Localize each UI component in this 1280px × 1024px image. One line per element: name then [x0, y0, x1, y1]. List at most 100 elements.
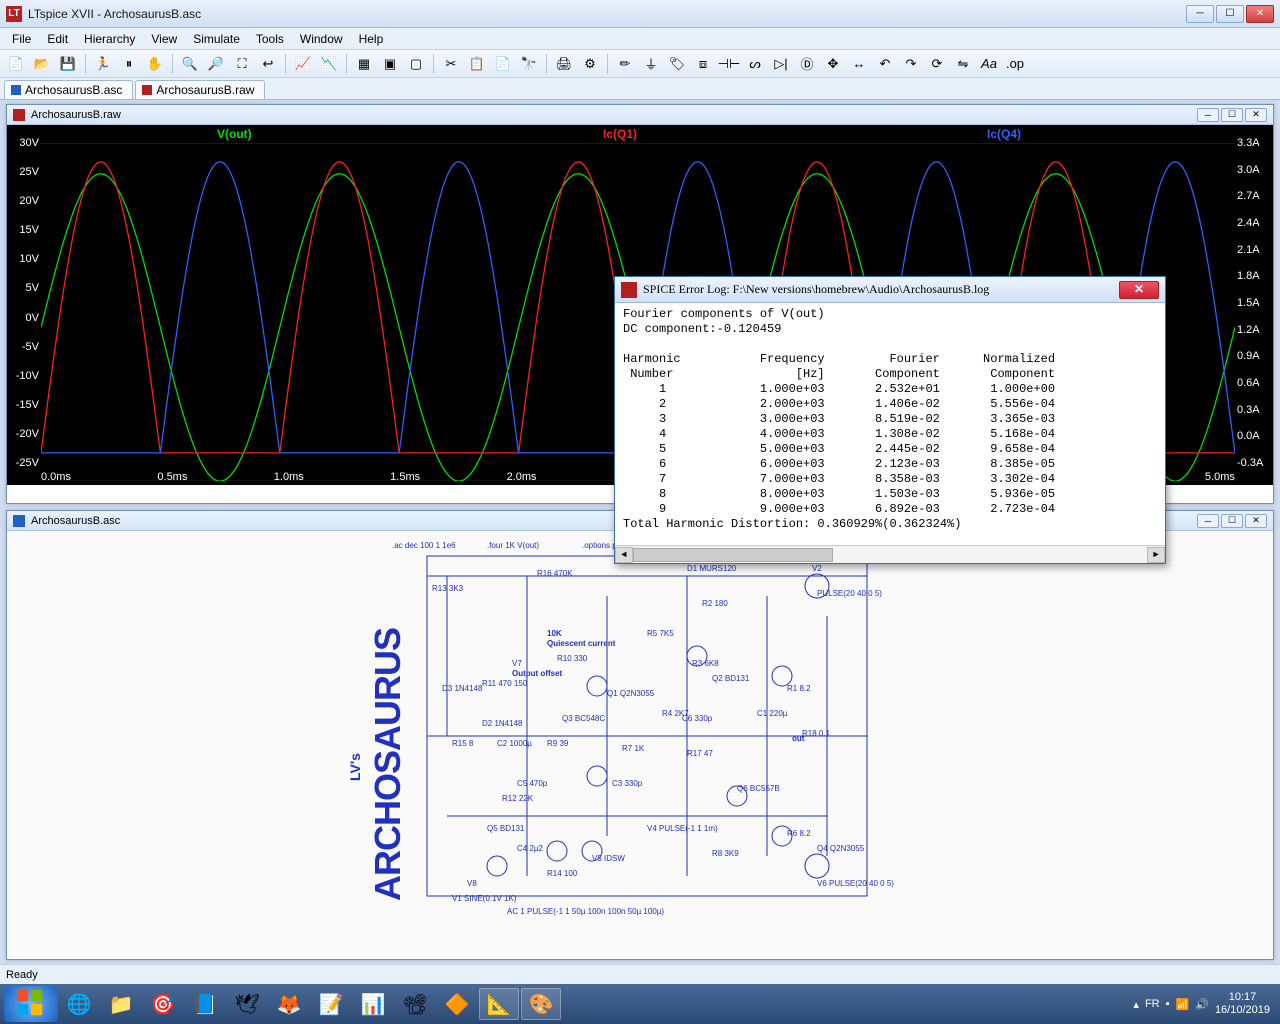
- spice-directive[interactable]: .four 1K V(out): [487, 541, 539, 550]
- schematic-svg[interactable]: R13 3K3R16 470KD1 MURS120R2 180V2PULSE(2…: [387, 536, 907, 916]
- capacitor-icon[interactable]: ⊣⊢: [717, 53, 741, 75]
- component-label[interactable]: R17 47: [687, 749, 713, 758]
- resistor-icon[interactable]: ⧈: [691, 53, 715, 75]
- taskbar-word-icon[interactable]: 📝: [311, 988, 351, 1020]
- component-label[interactable]: R16 470K: [537, 569, 573, 578]
- zoom-in-icon[interactable]: 🔍: [178, 53, 202, 75]
- component-label[interactable]: Q4 Q2N3055: [817, 844, 865, 853]
- child-maximize-button[interactable]: ☐: [1221, 108, 1243, 122]
- start-button[interactable]: [4, 986, 58, 1022]
- copy-icon[interactable]: 📋: [465, 53, 489, 75]
- text-icon[interactable]: Aa: [977, 53, 1001, 75]
- popup-scrollbar[interactable]: ◄ ►: [615, 545, 1165, 563]
- taskbar-paint-icon[interactable]: 🎨: [521, 988, 561, 1020]
- component-label[interactable]: C2 1000µ: [497, 739, 532, 748]
- component-label[interactable]: C1 220µ: [757, 709, 788, 718]
- menu-view[interactable]: View: [143, 30, 185, 48]
- component-label[interactable]: V2: [812, 564, 822, 573]
- plot-window-titlebar[interactable]: ArchosaurusB.raw ─ ☐ ✕: [7, 105, 1273, 125]
- save-icon[interactable]: 💾: [56, 53, 80, 75]
- zoom-out-icon[interactable]: 🔎: [204, 53, 228, 75]
- mirror-icon[interactable]: ⇋: [951, 53, 975, 75]
- taskbar-explorer-icon[interactable]: 📁: [101, 988, 141, 1020]
- component-icon[interactable]: Ⓓ: [795, 53, 819, 75]
- zoom-back-icon[interactable]: ↩: [256, 53, 280, 75]
- menu-file[interactable]: File: [4, 30, 39, 48]
- spice-directive[interactable]: .ac dec 100 1 1e6: [392, 541, 456, 550]
- child-maximize-button[interactable]: ☐: [1221, 514, 1243, 528]
- tray-clock[interactable]: 10:17 16/10/2019: [1215, 991, 1270, 1017]
- close-all-icon[interactable]: ▢: [404, 53, 428, 75]
- component-label[interactable]: R6 8.2: [787, 829, 811, 838]
- component-label[interactable]: R11 470 150: [482, 679, 528, 688]
- component-label[interactable]: C3 330p: [612, 779, 643, 788]
- tile-icon[interactable]: ▦: [352, 53, 376, 75]
- pan-icon[interactable]: ✋: [143, 53, 167, 75]
- component-label[interactable]: C4 2µ2: [517, 844, 544, 853]
- component-label[interactable]: R18 0.1: [802, 729, 831, 738]
- taskbar-excel-icon[interactable]: 📊: [353, 988, 393, 1020]
- run-icon[interactable]: 🏃: [91, 53, 115, 75]
- tray-flag-icon[interactable]: ▪: [1166, 998, 1170, 1010]
- child-minimize-button[interactable]: ─: [1197, 108, 1219, 122]
- taskbar-firefox-icon[interactable]: 🦊: [269, 988, 309, 1020]
- redo-icon[interactable]: ↷: [899, 53, 923, 75]
- taskbar-ltspice-icon[interactable]: 📐: [479, 988, 519, 1020]
- component-label[interactable]: D3 1N4148: [442, 684, 483, 693]
- trace-label-icq4[interactable]: Ic(Q4): [987, 127, 1021, 141]
- find-icon[interactable]: 🔭: [517, 53, 541, 75]
- tab-asc[interactable]: ArchosaurusB.asc: [4, 80, 133, 99]
- tray-volume-icon[interactable]: 🔊: [1195, 998, 1209, 1011]
- scroll-left-icon[interactable]: ◄: [615, 547, 633, 563]
- cut-icon[interactable]: ✂: [439, 53, 463, 75]
- ground-icon[interactable]: ⏚: [639, 53, 663, 75]
- maximize-button[interactable]: ☐: [1216, 5, 1244, 23]
- popup-close-button[interactable]: ✕: [1119, 281, 1159, 299]
- minimize-button[interactable]: ─: [1186, 5, 1214, 23]
- component-label[interactable]: R7 1K: [622, 744, 645, 753]
- component-label[interactable]: R8 3K9: [712, 849, 739, 858]
- component-label[interactable]: V1 SINE(0 1V 1K): [452, 894, 517, 903]
- open-icon[interactable]: 📂: [30, 53, 54, 75]
- component-label[interactable]: R1 8.2: [787, 684, 811, 693]
- scroll-track[interactable]: [633, 547, 1147, 563]
- system-tray[interactable]: ▴ FR ▪ 📶 🔊 10:17 16/10/2019: [1127, 991, 1276, 1017]
- component-label[interactable]: Q3 BC548C: [562, 714, 605, 723]
- trace-label-vout[interactable]: V(out): [217, 127, 252, 141]
- component-label[interactable]: V4 PULSE(-1 1 1m): [647, 824, 718, 833]
- popup-body[interactable]: Fourier components of V(out) DC componen…: [615, 303, 1165, 545]
- schematic-canvas[interactable]: ARCHOSAURUS LV's: [7, 531, 1273, 959]
- menu-window[interactable]: Window: [292, 30, 351, 48]
- diode-icon[interactable]: ▷|: [769, 53, 793, 75]
- menu-hierarchy[interactable]: Hierarchy: [76, 30, 143, 48]
- component-label[interactable]: R2 180: [702, 599, 728, 608]
- taskbar-chrome-icon[interactable]: 🎯: [143, 988, 183, 1020]
- tab-raw[interactable]: ArchosaurusB.raw: [135, 80, 265, 99]
- component-label[interactable]: R10 330: [557, 654, 588, 663]
- menu-simulate[interactable]: Simulate: [185, 30, 248, 48]
- menu-tools[interactable]: Tools: [248, 30, 292, 48]
- component-label[interactable]: R5 7K5: [647, 629, 674, 638]
- component-label[interactable]: C6 330p: [682, 714, 713, 723]
- component-label[interactable]: R13 3K3: [432, 584, 464, 593]
- halt-icon[interactable]: ⏸: [117, 53, 141, 75]
- child-minimize-button[interactable]: ─: [1197, 514, 1219, 528]
- component-label[interactable]: C5 470p: [517, 779, 548, 788]
- print-icon[interactable]: 🖨: [552, 53, 576, 75]
- inductor-icon[interactable]: ᔕ: [743, 53, 767, 75]
- component-label[interactable]: R15 8: [452, 739, 474, 748]
- zoom-fit-icon[interactable]: ⛶: [230, 53, 254, 75]
- wire-icon[interactable]: ✏: [613, 53, 637, 75]
- component-label[interactable]: Q2 BD131: [712, 674, 750, 683]
- component-label[interactable]: AC 1 PULSE(-1 1 50µ 100n 100n 50µ 100µ): [507, 907, 664, 916]
- component-label[interactable]: R12 22K: [502, 794, 534, 803]
- paste-icon[interactable]: 📄: [491, 53, 515, 75]
- child-close-button[interactable]: ✕: [1245, 514, 1267, 528]
- taskbar-ie-icon[interactable]: 🌐: [59, 988, 99, 1020]
- autorange-icon[interactable]: 📈: [291, 53, 315, 75]
- scroll-thumb[interactable]: [633, 548, 833, 562]
- component-label[interactable]: V8: [467, 879, 477, 888]
- menu-help[interactable]: Help: [351, 30, 392, 48]
- component-label[interactable]: R14 100: [547, 869, 578, 878]
- component-label[interactable]: R9 39: [547, 739, 569, 748]
